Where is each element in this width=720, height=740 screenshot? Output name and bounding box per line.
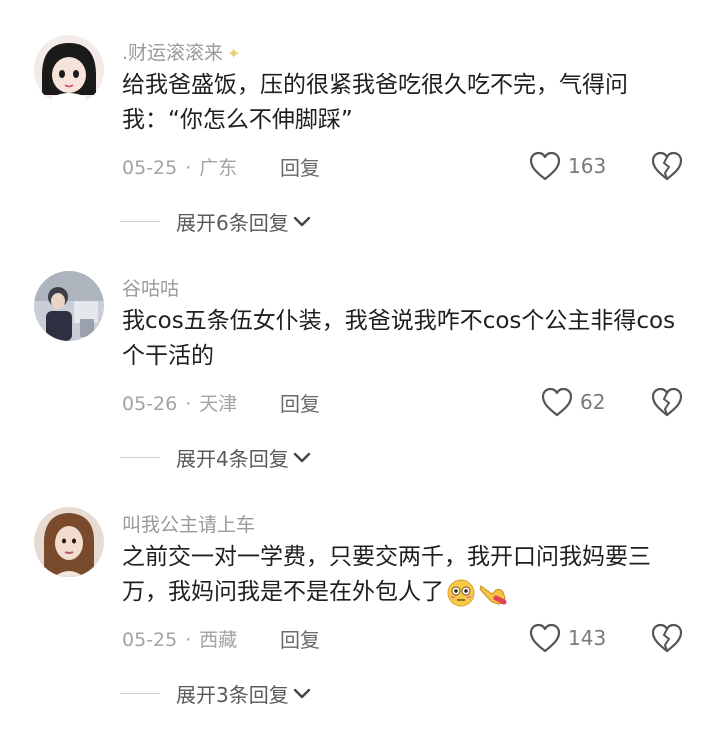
broken-heart-icon[interactable]	[650, 150, 684, 182]
like-button[interactable]: 163	[528, 149, 606, 183]
pointing-hand-emoji	[479, 584, 507, 605]
like-count: 62	[580, 390, 606, 414]
username[interactable]: 谷咕咕	[122, 274, 179, 301]
like-button[interactable]: 143	[528, 621, 606, 655]
divider-line	[120, 692, 160, 694]
chevron-down-icon	[293, 216, 310, 227]
broken-heart-icon[interactable]	[650, 622, 684, 654]
comment-item: .财运滚滚来 ✦ 给我爸盛饭，压的很紧我爸吃很久吃不完，气得问我：“你怎么不伸脚踩…	[0, 32, 720, 268]
comment-item: 谷咕咕 我cos五条伍女仆装，我爸说我咋不cos个公主非得cos个干活的 05-…	[0, 268, 720, 504]
heart-outline-icon	[529, 151, 561, 181]
expand-replies-label: 展开6条回复	[176, 210, 289, 235]
comment-location: 西藏	[199, 629, 238, 651]
sparkle-icon: ✦	[227, 44, 241, 63]
reply-button[interactable]: 回复	[280, 152, 320, 181]
comment-location: 天津	[199, 393, 238, 415]
comment-meta: 05-25 · 广东	[122, 157, 238, 179]
comment-date: 05-25	[122, 629, 178, 651]
comment-text: 给我爸盛饭，压的很紧我爸吃很久吃不完，气得问我：“你怎么不伸脚踩”	[122, 72, 628, 133]
comment-text: 之前交一对一学费，只要交两千，我开口问我妈要三万，我妈问我是不是在外包人了	[122, 540, 682, 610]
like-count: 163	[568, 154, 607, 178]
expand-replies[interactable]: 展开3条回复	[120, 678, 311, 708]
comment-text-content: 之前交一对一学费，只要交两千，我开口问我妈要三万，我妈问我是不是在外包人了	[122, 544, 651, 605]
comment-location: 广东	[199, 157, 238, 179]
avatar-image	[34, 35, 104, 105]
comment-meta: 05-25 · 西藏	[122, 629, 238, 651]
avatar-image	[34, 271, 104, 341]
expand-replies-label: 展开4条回复	[176, 446, 289, 471]
heart-outline-icon	[529, 623, 561, 653]
like-count: 143	[568, 626, 607, 650]
like-button[interactable]: 62	[540, 385, 605, 419]
expand-replies[interactable]: 展开6条回复	[120, 206, 311, 236]
broken-heart-icon[interactable]	[650, 386, 684, 418]
avatar[interactable]	[34, 35, 104, 105]
divider-line	[120, 220, 160, 222]
comment-item: 叫我公主请上车 之前交一对一学费，只要交两千，我开口问我妈要三万，我妈问我是不是…	[0, 504, 720, 740]
heart-outline-icon	[541, 387, 573, 417]
reply-button[interactable]: 回复	[280, 624, 320, 653]
reply-button[interactable]: 回复	[280, 388, 320, 417]
chevron-down-icon	[293, 452, 310, 463]
username[interactable]: 叫我公主请上车	[122, 510, 255, 537]
chevron-down-icon	[293, 688, 310, 699]
username[interactable]: .财运滚滚来 ✦	[122, 38, 240, 65]
divider-line	[120, 456, 160, 458]
comment-text: 我cos五条伍女仆装，我爸说我咋不cos个公主非得cos个干活的	[122, 308, 676, 369]
comment-meta: 05-26 · 天津	[122, 393, 238, 415]
comment-date: 05-25	[122, 157, 178, 179]
flushed-face-emoji	[447, 579, 475, 606]
comment-date: 05-26	[122, 393, 178, 415]
expand-replies-label: 展开3条回复	[176, 682, 289, 707]
expand-replies[interactable]: 展开4条回复	[120, 442, 311, 472]
avatar-image	[34, 507, 104, 577]
avatar[interactable]	[34, 271, 104, 341]
avatar[interactable]	[34, 507, 104, 577]
